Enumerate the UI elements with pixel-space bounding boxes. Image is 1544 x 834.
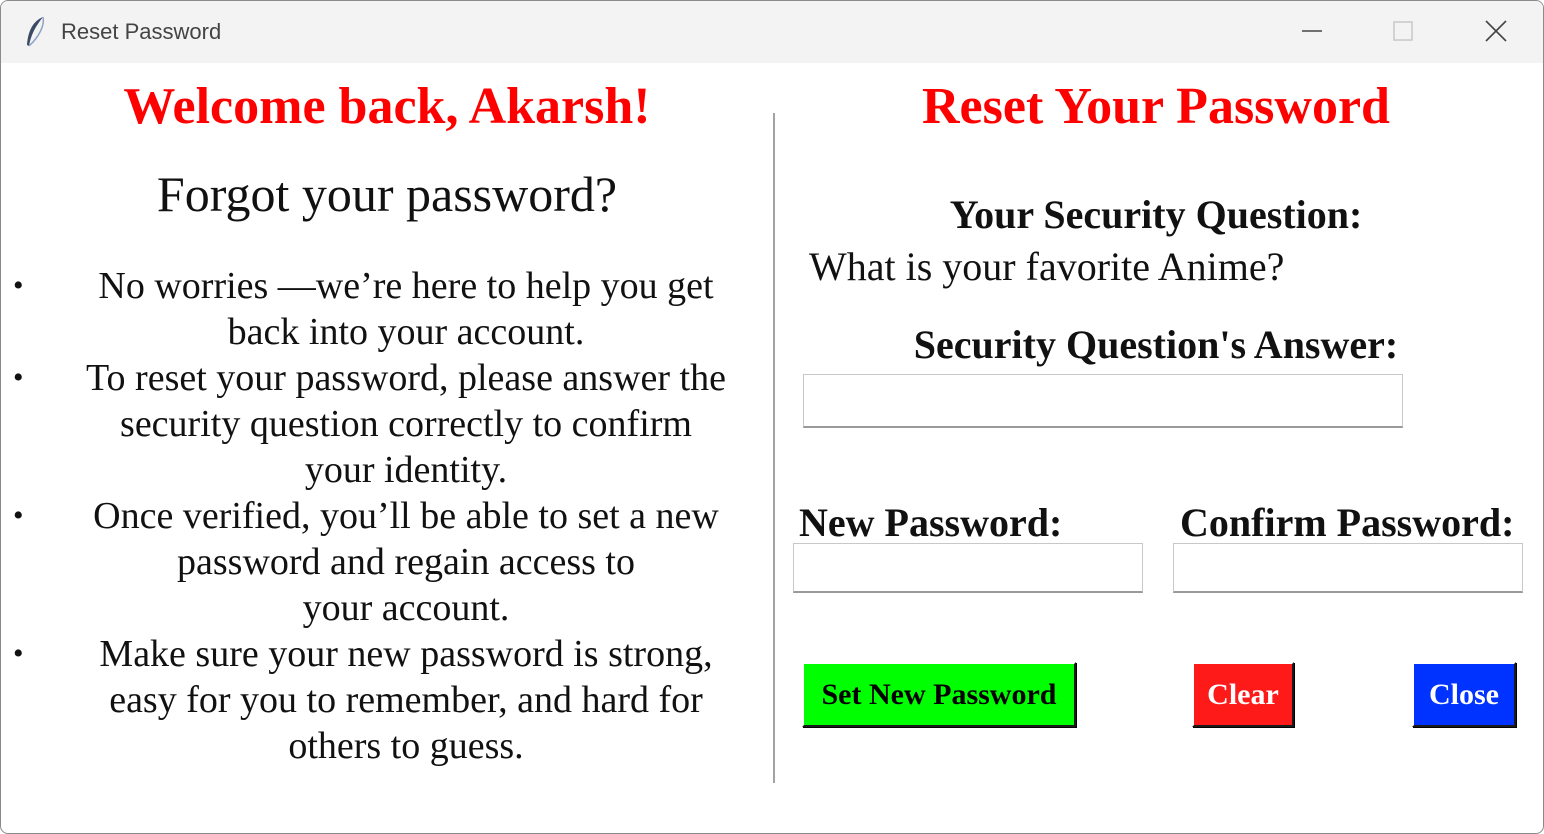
- list-item: • Once verified, you’ll be able to set a…: [1, 493, 765, 631]
- minimize-button[interactable]: [1282, 9, 1342, 55]
- close-button[interactable]: Close: [1412, 662, 1516, 727]
- bullet-text: Once verified, you’ll be able to set a n…: [93, 495, 719, 629]
- bullet-text: No worries —we’re here to help you get b…: [98, 265, 714, 353]
- instructions-list: • No worries —we’re here to help you get…: [1, 263, 773, 769]
- list-item: • No worries —we’re here to help you get…: [1, 263, 765, 355]
- content-area: Welcome back, Akarsh! Forgot your passwo…: [1, 63, 1543, 833]
- bullet-text: To reset your password, please answer th…: [86, 357, 726, 491]
- reset-password-heading: Reset Your Password: [922, 78, 1390, 135]
- maximize-button[interactable]: [1373, 9, 1433, 55]
- list-item: • To reset your password, please answer …: [1, 355, 765, 493]
- close-icon: [1485, 20, 1507, 42]
- new-password-input[interactable]: [793, 543, 1143, 593]
- title-bar[interactable]: Reset Password: [1, 1, 1543, 63]
- vertical-divider: [773, 113, 775, 783]
- window-title: Reset Password: [61, 19, 222, 44]
- welcome-heading: Welcome back, Akarsh!: [123, 78, 651, 135]
- confirm-password-input[interactable]: [1173, 543, 1523, 593]
- feather-icon: [23, 15, 49, 49]
- bullet-text: Make sure your new password is strong, e…: [99, 633, 713, 767]
- clear-button[interactable]: Clear: [1192, 662, 1294, 727]
- security-question-text: What is your favorite Anime?: [809, 244, 1285, 289]
- bullet-glyph: •: [13, 361, 24, 394]
- reset-password-window: Reset Password Welcome back, Akarsh! For…: [0, 0, 1544, 834]
- forgot-password-heading: Forgot your password?: [156, 166, 618, 222]
- list-item: • Make sure your new password is strong,…: [1, 631, 765, 769]
- bullet-glyph: •: [13, 499, 24, 532]
- bullet-glyph: •: [13, 637, 24, 670]
- minimize-icon: [1302, 30, 1322, 32]
- security-answer-input[interactable]: [803, 374, 1403, 428]
- security-answer-label: Security Question's Answer:: [913, 322, 1399, 367]
- close-window-button[interactable]: [1466, 9, 1526, 55]
- maximize-icon: [1393, 21, 1413, 41]
- new-password-label: New Password:: [799, 500, 1063, 545]
- security-question-label: Your Security Question:: [949, 192, 1363, 237]
- confirm-password-label: Confirm Password:: [1180, 500, 1515, 545]
- set-new-password-button[interactable]: Set New Password: [802, 662, 1076, 727]
- bullet-glyph: •: [13, 269, 24, 302]
